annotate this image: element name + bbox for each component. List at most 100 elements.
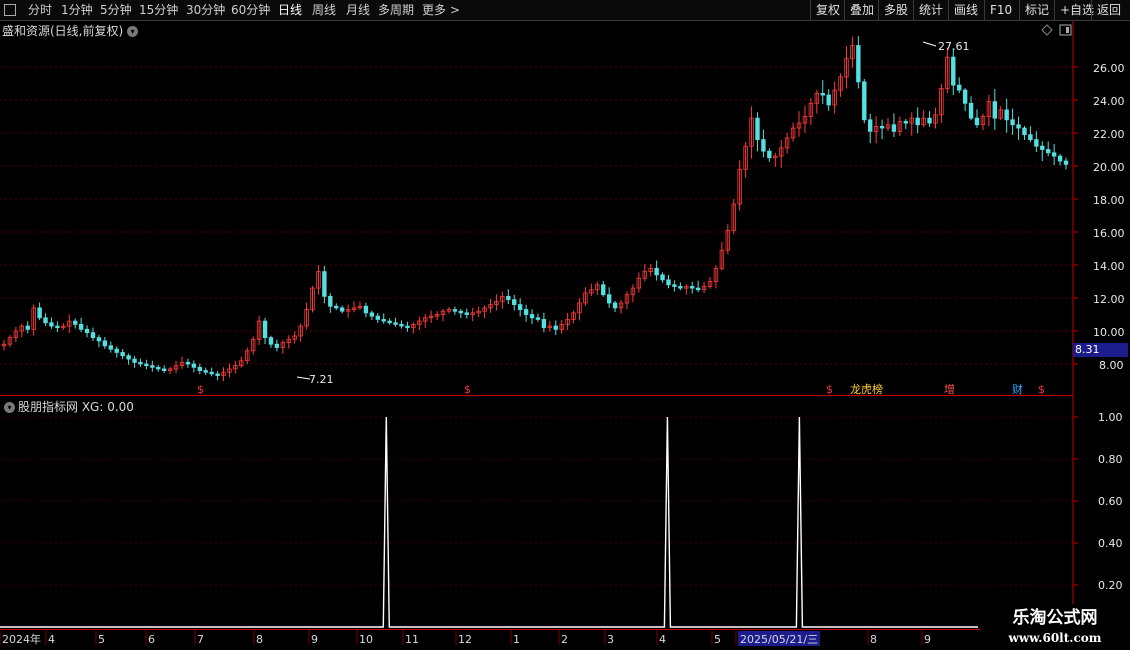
candle-body	[690, 286, 695, 289]
candle-body	[891, 124, 897, 132]
candle-body	[328, 295, 333, 307]
candle-body	[512, 299, 517, 305]
candle-body	[1034, 139, 1039, 147]
candle-body	[968, 102, 974, 119]
candle-body	[601, 284, 606, 296]
candle-body	[399, 323, 404, 327]
candle-body	[879, 126, 885, 129]
candle-body	[108, 345, 113, 350]
candle-body	[393, 322, 398, 325]
candle-body	[102, 340, 108, 347]
x-tick-label: 8	[256, 633, 263, 646]
candle-body	[695, 287, 701, 291]
indicator-title-text: 股朋指标网 XG: 0.00	[18, 400, 134, 414]
y-tick-label: 18.00	[1093, 194, 1125, 207]
x-tick-label: 2	[561, 633, 568, 646]
candle-body	[666, 279, 671, 286]
candle-body	[185, 361, 191, 365]
y-tick-label: 12.00	[1093, 293, 1125, 306]
candle-body	[672, 284, 677, 287]
candle-body	[1057, 155, 1063, 162]
candle-body	[381, 319, 386, 322]
x-tick-label: 6	[148, 633, 155, 646]
xg-signal-series	[0, 416, 978, 628]
y-tick-label: 0.40	[1098, 537, 1123, 550]
candle-body	[927, 117, 932, 124]
window-toggle-icon[interactable]	[1059, 24, 1072, 36]
chevron-down-icon[interactable]: ▾	[4, 402, 15, 413]
kline-chart[interactable]: 27.61 7.21 26.00 24.00 22.00 20.00 18.00…	[0, 0, 1130, 650]
candle-body	[755, 117, 760, 141]
candle-body	[903, 121, 909, 124]
candle-body	[114, 348, 119, 353]
x-tick-label: 7	[197, 633, 204, 646]
y-tick-label: 0.20	[1098, 579, 1123, 592]
event-marker[interactable]: 龙虎榜	[850, 382, 883, 396]
watermark-url: www.60lt.com	[1008, 631, 1102, 645]
candle-body	[55, 325, 60, 329]
candle-body	[144, 363, 149, 367]
candle-body	[90, 332, 96, 338]
candle-body	[1040, 145, 1045, 150]
candle-body	[826, 94, 831, 106]
candle-body	[660, 274, 665, 281]
x-tick-label: 12	[458, 633, 472, 646]
candle-body	[84, 328, 90, 334]
candle-body	[43, 317, 48, 324]
x-tick-label: 8	[870, 633, 877, 646]
event-marker[interactable]: $	[197, 383, 204, 396]
price-axis-labels: 26.00 24.00 22.00 20.00 18.00 16.00 14.0…	[1093, 62, 1125, 372]
event-marker[interactable]: 增	[944, 382, 955, 396]
candle-body	[369, 312, 375, 317]
candle-body	[150, 365, 155, 368]
current-price-badge: 8.31	[1073, 343, 1128, 357]
candle-body	[96, 337, 102, 342]
event-marker[interactable]: 财	[1012, 382, 1023, 396]
candle-body	[606, 294, 612, 304]
candle-body	[1063, 160, 1069, 165]
watermark-logo: 乐淘公式网 www.60lt.com	[980, 604, 1130, 650]
candle-body	[132, 358, 137, 363]
candle-body	[458, 310, 464, 314]
candle-body	[523, 309, 529, 315]
event-marker[interactable]: $	[826, 383, 833, 396]
candle-body	[78, 323, 84, 330]
x-tick-label: 5	[98, 633, 105, 646]
candle-body	[274, 343, 280, 348]
y-tick-label: 20.00	[1093, 161, 1125, 174]
x-tick-label: 2024年	[2, 632, 41, 646]
chevron-down-icon[interactable]: ▾	[127, 26, 139, 37]
candle-body	[856, 45, 861, 83]
price-grid	[0, 66, 1073, 586]
candle-body	[37, 307, 42, 319]
indicator-title: ▾ 股朋指标网 XG: 0.00	[4, 398, 134, 415]
watermark-title: 乐淘公式网	[1012, 608, 1098, 628]
candle-body	[1046, 149, 1051, 154]
candle-body	[1022, 127, 1027, 136]
event-marker[interactable]: $	[464, 383, 471, 396]
candle-body	[262, 320, 268, 339]
candle-body	[974, 117, 980, 126]
candle-body	[1028, 134, 1033, 140]
candle-body	[138, 361, 143, 365]
axes	[0, 21, 1078, 645]
x-tick-label: 3	[607, 633, 614, 646]
candle-body	[339, 307, 345, 312]
candle-body	[957, 84, 962, 91]
candle-body	[363, 305, 369, 314]
candle-body	[161, 368, 167, 372]
candle-body	[506, 295, 511, 301]
candle-body	[915, 117, 920, 126]
event-marker[interactable]: $	[1038, 383, 1045, 396]
candle-body	[191, 363, 197, 368]
panel-icons	[1041, 24, 1072, 36]
candle-body	[72, 320, 78, 325]
candle-body	[452, 309, 458, 312]
candle-body	[654, 267, 659, 276]
candle-body	[992, 101, 998, 119]
y-tick-label: 0.80	[1098, 453, 1123, 466]
candle-body	[1004, 109, 1009, 121]
x-tick-label: 9	[311, 633, 318, 646]
candlestick-series	[1, 36, 1069, 382]
diamond-icon[interactable]	[1041, 24, 1053, 36]
